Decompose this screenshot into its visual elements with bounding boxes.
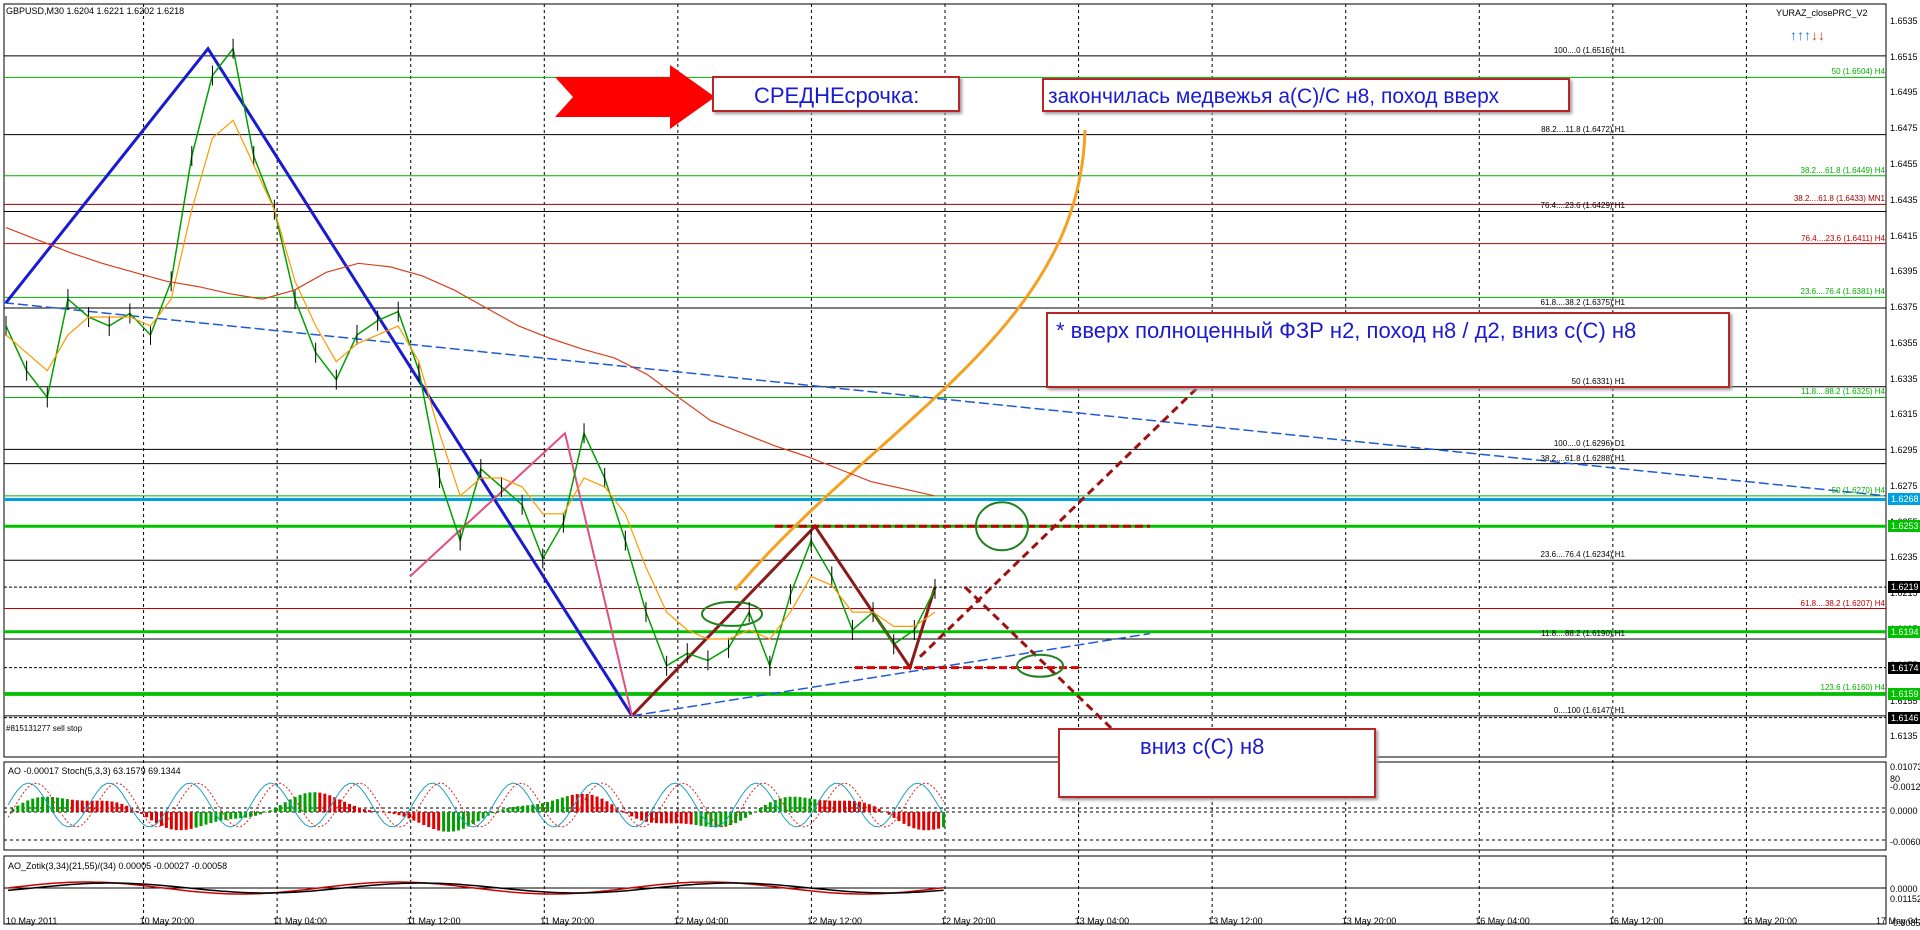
fib-level-label: 50 (1.6270) H4 <box>1831 485 1885 495</box>
y-tick-label: 1.6495 <box>1890 87 1918 98</box>
fib-level-label: 123.6 (1.6160) H4 <box>1820 682 1886 692</box>
y-tick-label: 1.6315 <box>1890 409 1918 420</box>
x-tick-label: 12 May 20:00 <box>941 916 996 926</box>
y-tick-label: 1.6355 <box>1890 337 1918 348</box>
sell-arrow-shape <box>555 65 715 129</box>
y-tick-label: 1.6475 <box>1890 123 1918 134</box>
y-tick-label: 1.6415 <box>1890 230 1918 241</box>
symbol-caption: GBPUSD,M30 1.6204 1.6221 1.6202 1.6218 <box>6 6 185 16</box>
x-tick-label: 16 May 04:00 <box>1475 916 1530 926</box>
fib-level-label: 76.4....23.6 (1.6411) H4 <box>1801 233 1885 243</box>
fib-level-label: 50 (1.6504) H4 <box>1831 67 1885 77</box>
sub2-frame <box>3 855 1887 925</box>
y-tick-label: 1.6395 <box>1890 266 1918 277</box>
annotation-bear-finished: закончилась медвежья а(С)/С н8, поход вв… <box>1042 78 1570 112</box>
price-tag: 1.6174 <box>1888 661 1920 674</box>
sub1-tick: 0.0000 <box>1890 806 1918 816</box>
y-tick-label: 1.6435 <box>1890 194 1918 205</box>
price-tag: 1.6268 <box>1888 493 1920 506</box>
fib-level-label: 100....0 (1.6516) H1 <box>1553 45 1625 55</box>
ao-zotik-label: AO_Zotik(3,34)(21,55)/(34) 0.00005 -0.00… <box>8 861 228 871</box>
indicator-arrow-icons: ↑↑↑↓↓ <box>1790 27 1825 43</box>
fib-level-label: 23.6....76.4 (1.6381) H4 <box>1800 287 1886 297</box>
price-tag: 1.6159 <box>1888 688 1920 701</box>
fib-level-label: 38.2....61.8 (1.6288) H1 <box>1540 453 1626 463</box>
stochastic-label: AO -0.00017 Stoch(5,3,3) 63.1579 69.1344 <box>8 766 181 776</box>
order-label: #815131277 sell stop <box>6 724 83 733</box>
y-tick-label: 1.6455 <box>1890 158 1918 169</box>
sub1-tick: -0.0012 <box>1890 782 1920 792</box>
sub1-tick: -0.0060 <box>1890 837 1920 847</box>
y-tick-label: 1.6535 <box>1890 15 1918 26</box>
sub1-tick: 0.01073 <box>1890 762 1920 772</box>
x-tick-label: 16 May 12:00 <box>1608 916 1664 926</box>
x-tick-label: 13 May 04:00 <box>1074 916 1130 926</box>
x-tick-label: 11 May 20:00 <box>540 916 595 926</box>
annotation-down-scenario: вниз с(С) н8 <box>1058 728 1376 798</box>
fib-level-label: 11.8....88.2 (1.6325) H4 <box>1801 387 1885 397</box>
annotation-medium-term: СРЕДНЕсрочка: <box>712 76 960 112</box>
y-tick-label: 1.6515 <box>1890 51 1918 62</box>
fib-level-label: 50 (1.6331) H1 <box>1571 376 1625 386</box>
fib-level-label: 23.6....76.4 (1.6234) H1 <box>1540 550 1626 560</box>
price-tag: 1.6194 <box>1888 625 1920 638</box>
y-tick-label: 1.6275 <box>1890 480 1918 491</box>
x-tick-label: 13 May 20:00 <box>1341 916 1397 926</box>
sub2-tick: -0.00856 <box>1890 918 1920 928</box>
x-tick-label: 16 May 20:00 <box>1742 916 1797 926</box>
fib-level-label: 38.2....61.8 (1.6433) MN1 <box>1793 194 1885 204</box>
x-tick-label: 12 May 04:00 <box>673 916 729 926</box>
x-tick-label: 11 May 12:00 <box>406 916 461 926</box>
x-tick-label: 10 May 20:00 <box>139 916 195 926</box>
y-tick-label: 1.6235 <box>1890 552 1918 563</box>
price-chart[interactable] <box>0 0 1920 930</box>
x-tick-label: 10 May 2011 <box>6 916 58 926</box>
indicator-label: YURAZ_closePRC_V2 <box>1776 8 1868 18</box>
fib-level-label: 88.2....11.8 (1.6472) H1 <box>1541 124 1625 134</box>
fib-level-label: 76.4....23.6 (1.6429) H1 <box>1540 201 1626 211</box>
price-tag: 1.6253 <box>1888 520 1920 533</box>
y-tick-label: 1.6335 <box>1890 373 1918 384</box>
x-tick-label: 13 May 12:00 <box>1208 916 1263 926</box>
x-tick-label: 11 May 04:00 <box>273 916 328 926</box>
fib-level-label: 38.2....61.8 (1.6449) H4 <box>1800 165 1886 175</box>
y-tick-label: 1.6295 <box>1890 445 1918 456</box>
x-tick-label: 12 May 12:00 <box>807 916 862 926</box>
fib-level-label: 100....0 (1.6296) D1 <box>1553 439 1625 449</box>
fib-level-label: 0....100 (1.6147) H1 <box>1553 705 1625 715</box>
price-tag: 1.6146 <box>1888 711 1920 724</box>
sub2-tick: 0.01152 <box>1890 894 1920 904</box>
annotation-up-scenario: * вверх полноценный ФЗР н2, поход н8 / д… <box>1046 312 1730 388</box>
y-tick-label: 1.6135 <box>1890 731 1918 742</box>
sub2-tick: 0.0000 <box>1890 884 1918 894</box>
fib-level-label: 61.8....38.2 (1.6375) H1 <box>1540 298 1626 308</box>
fib-level-label: 61.8....38.2 (1.6207) H4 <box>1800 598 1886 608</box>
fib-level-label: 11.8....88.2 (1.6190) H1 <box>1541 628 1625 638</box>
y-tick-label: 1.6375 <box>1890 302 1918 313</box>
price-tag: 1.6219 <box>1888 581 1920 594</box>
